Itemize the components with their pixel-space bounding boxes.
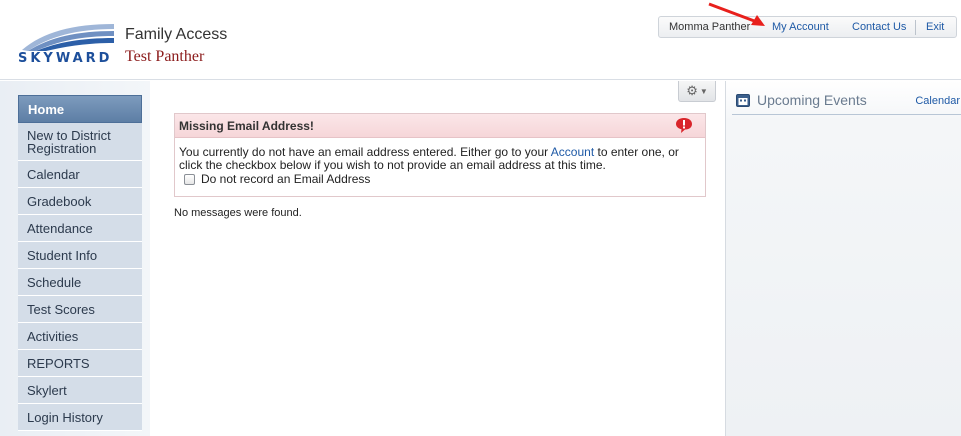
exit-link[interactable]: Exit [926, 21, 944, 33]
sidebar-item-home[interactable]: Home [18, 95, 142, 123]
student-name: Test Panther [125, 48, 205, 65]
main-content: ⚙ ▼ Missing Email Address! You currently … [150, 81, 725, 436]
settings-menu-button[interactable]: ⚙ ▼ [678, 81, 716, 102]
sidebar-item-calendar[interactable]: Calendar [18, 161, 142, 188]
top-navigation-bar: Momma Panther My Account Contact Us Exit [658, 16, 957, 38]
sidebar-item-student-info[interactable]: Student Info [18, 242, 142, 269]
no-email-checkbox-label[interactable]: Do not record an Email Address [201, 173, 370, 186]
alert-body: You currently do not have an email addre… [175, 138, 705, 186]
chevron-down-icon: ▼ [699, 86, 708, 96]
upcoming-events-title: Upcoming Events [757, 92, 867, 108]
product-name: Family Access [125, 26, 228, 43]
sidebar-item-activities[interactable]: Activities [18, 323, 142, 350]
sidebar-item-schedule[interactable]: Schedule [18, 269, 142, 296]
my-account-link[interactable]: My Account [772, 21, 829, 33]
sidebar-item-test-scores[interactable]: Test Scores [18, 296, 142, 323]
arrow-annotation-icon [708, 2, 765, 26]
skyward-logo[interactable]: SKYWARD [18, 20, 118, 66]
sidebar-item-new-to-district-registration[interactable]: New to District Registration [18, 123, 142, 161]
sidebar-item-login-history[interactable]: Login History [18, 404, 142, 431]
alert-header: Missing Email Address! [175, 114, 705, 138]
gear-icon: ⚙ [686, 83, 698, 98]
sidebar-item-gradebook[interactable]: Gradebook [18, 188, 142, 215]
divider [915, 20, 916, 35]
sidebar-item-skylert[interactable]: Skylert [18, 377, 142, 404]
calendar-icon [736, 94, 750, 107]
upcoming-events-panel: Upcoming Events Calendar [725, 81, 961, 436]
skyward-swoosh-icon [22, 24, 114, 51]
sidebar-item-attendance[interactable]: Attendance [18, 215, 142, 242]
alert-title: Missing Email Address! [179, 118, 314, 133]
no-messages-text: No messages were found. [174, 207, 302, 219]
sidebar-item-reports[interactable]: REPORTS [18, 350, 142, 377]
alert-icon [676, 118, 692, 133]
account-link[interactable]: Account [551, 145, 594, 159]
contact-us-link[interactable]: Contact Us [852, 21, 906, 33]
no-email-checkbox[interactable] [184, 174, 195, 185]
header: SKYWARD Family Access Test Panther Momma… [0, 0, 961, 80]
calendar-link[interactable]: Calendar [915, 95, 960, 107]
missing-email-alert: Missing Email Address! You currently do … [174, 113, 706, 197]
no-email-option: Do not record an Email Address [179, 173, 701, 186]
alert-text-before: You currently do not have an email addre… [179, 145, 551, 159]
upcoming-events-header: Upcoming Events Calendar [732, 91, 961, 115]
sidebar-nav: Home New to District Registration Calend… [18, 95, 142, 431]
logo-text: SKYWARD [18, 51, 113, 66]
